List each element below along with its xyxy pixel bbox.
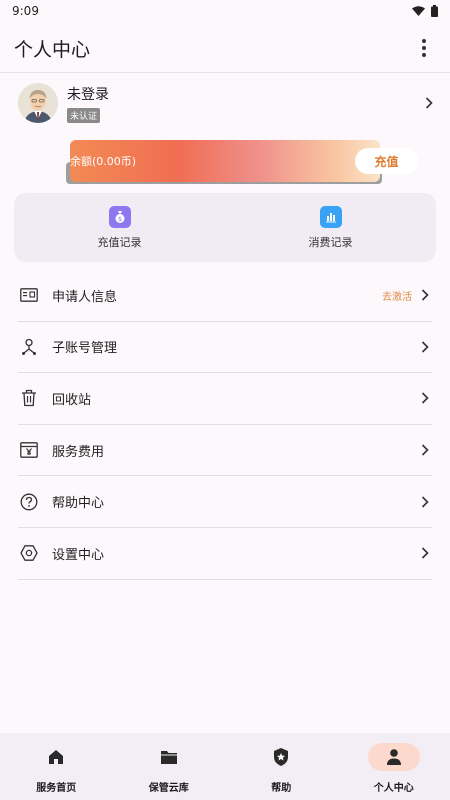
menu-item-recycle-bin[interactable]: 回收站 <box>18 373 432 425</box>
menu-item-label: 设置中心 <box>52 547 105 563</box>
profile-name: 未登录 <box>67 86 109 103</box>
settings-icon <box>19 543 39 563</box>
nav-tab-label: 帮助 <box>271 783 292 794</box>
folder-icon <box>143 743 195 771</box>
records-panel: $ 充值记录 消费记录 <box>14 193 436 262</box>
home-icon <box>30 743 82 771</box>
app-bar: 个人中心 <box>0 24 450 72</box>
more-dot-icon <box>422 39 426 43</box>
nav-tab-help[interactable]: 帮助 <box>225 733 338 800</box>
balance-value: 余额(0.00币) <box>70 155 137 168</box>
menu-item-help-center[interactable]: 帮助中心 <box>18 476 432 528</box>
avatar-person-icon <box>18 83 58 123</box>
consumption-records-button[interactable]: 消费记录 <box>225 193 436 262</box>
menu-item-label: 回收站 <box>52 392 92 408</box>
trash-icon <box>19 388 39 408</box>
menu-item-label: 帮助中心 <box>52 496 105 512</box>
id-card-icon <box>19 285 39 305</box>
nav-tab-personal-center[interactable]: 个人中心 <box>338 733 450 800</box>
more-dot-icon <box>422 53 426 57</box>
chevron-right-icon <box>421 444 429 456</box>
verify-status-badge: 未认证 <box>67 107 101 123</box>
menu-item-applicant-info[interactable]: 申请人信息 去激活 <box>18 270 432 322</box>
bar-chart-icon <box>319 205 342 228</box>
balance-card: 余额(0.00币) <box>70 140 380 182</box>
balance-text: 余额(0.00币) <box>70 153 136 169</box>
chevron-right-icon <box>421 341 429 353</box>
status-icons <box>412 5 438 17</box>
chevron-right-icon <box>421 547 429 559</box>
avatar[interactable] <box>18 83 58 123</box>
settings-menu: 申请人信息 去激活 子账号管理 回收站 服务费用 帮助中心 设置中心 <box>18 270 432 580</box>
org-tree-icon <box>19 337 39 357</box>
person-icon <box>367 743 420 771</box>
status-bar: 9:09 <box>0 0 450 22</box>
svg-text:$: $ <box>118 216 122 223</box>
chevron-right-icon <box>421 496 429 508</box>
activate-hint[interactable]: 去激活 <box>382 288 412 303</box>
chevron-right-icon <box>425 97 433 109</box>
money-bag-icon: $ <box>108 205 131 228</box>
yen-icon <box>19 440 39 460</box>
menu-item-settings-center[interactable]: 设置中心 <box>18 528 432 580</box>
nav-tab-label: 保管云库 <box>148 783 189 794</box>
chevron-right-icon <box>421 392 429 405</box>
menu-item-sub-accounts[interactable]: 子账号管理 <box>18 322 432 374</box>
recharge-records-button[interactable]: $ 充值记录 <box>14 193 225 262</box>
wifi-icon <box>412 6 425 16</box>
chevron-right-icon <box>421 289 429 301</box>
menu-item-label: 服务费用 <box>52 444 105 460</box>
more-dot-icon <box>422 46 426 50</box>
menu-item-service-fees[interactable]: 服务费用 <box>18 425 432 477</box>
bottom-navigation: 服务首页 保管云库 帮助 个人中心 <box>0 733 450 800</box>
more-options-button[interactable] <box>412 36 436 60</box>
nav-tab-cloud-storage[interactable]: 保管云库 <box>113 733 226 800</box>
menu-item-label: 子账号管理 <box>52 341 118 357</box>
help-icon <box>19 492 39 512</box>
divider <box>0 72 450 73</box>
nav-tab-service-home[interactable]: 服务首页 <box>0 733 113 800</box>
profile-info: 未登录 未认证 <box>67 84 422 123</box>
battery-icon <box>431 5 438 17</box>
shield-star-icon <box>255 743 307 771</box>
recharge-records-label: 充值记录 <box>97 235 142 249</box>
nav-tab-label: 个人中心 <box>373 783 414 794</box>
menu-item-label: 申请人信息 <box>52 289 118 305</box>
profile-row[interactable]: 未登录 未认证 <box>18 81 436 125</box>
page-title: 个人中心 <box>14 38 91 61</box>
status-time: 9:09 <box>12 4 39 18</box>
nav-tab-label: 服务首页 <box>36 783 77 794</box>
recharge-button[interactable]: 充值 <box>355 148 418 174</box>
consumption-records-label: 消费记录 <box>308 235 353 249</box>
